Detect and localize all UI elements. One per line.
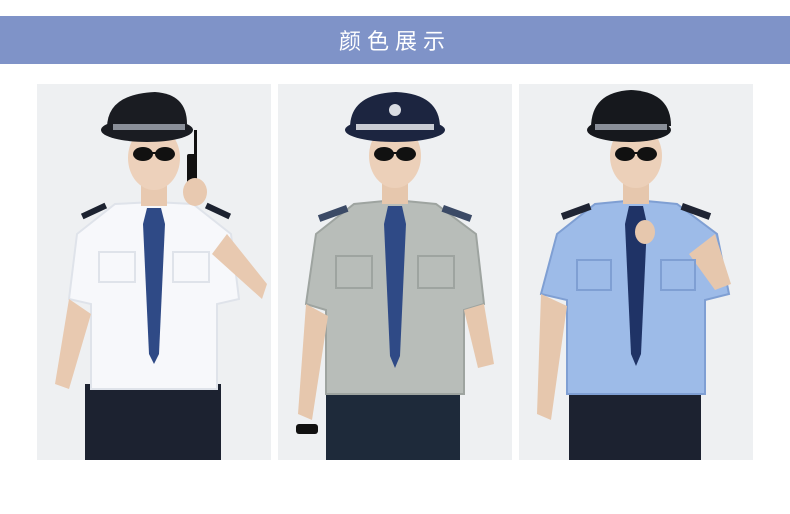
section-banner: 颜色展示 — [0, 16, 790, 64]
product-photo-blue-shirt[interactable] — [519, 84, 753, 460]
guard-figure — [537, 90, 731, 460]
product-photo-white-shirt[interactable] — [37, 84, 271, 460]
guard-figure — [296, 92, 494, 460]
guard-figure — [55, 92, 267, 460]
product-photo-grey-shirt[interactable] — [278, 84, 512, 460]
section-title: 颜色展示 — [338, 30, 451, 55]
